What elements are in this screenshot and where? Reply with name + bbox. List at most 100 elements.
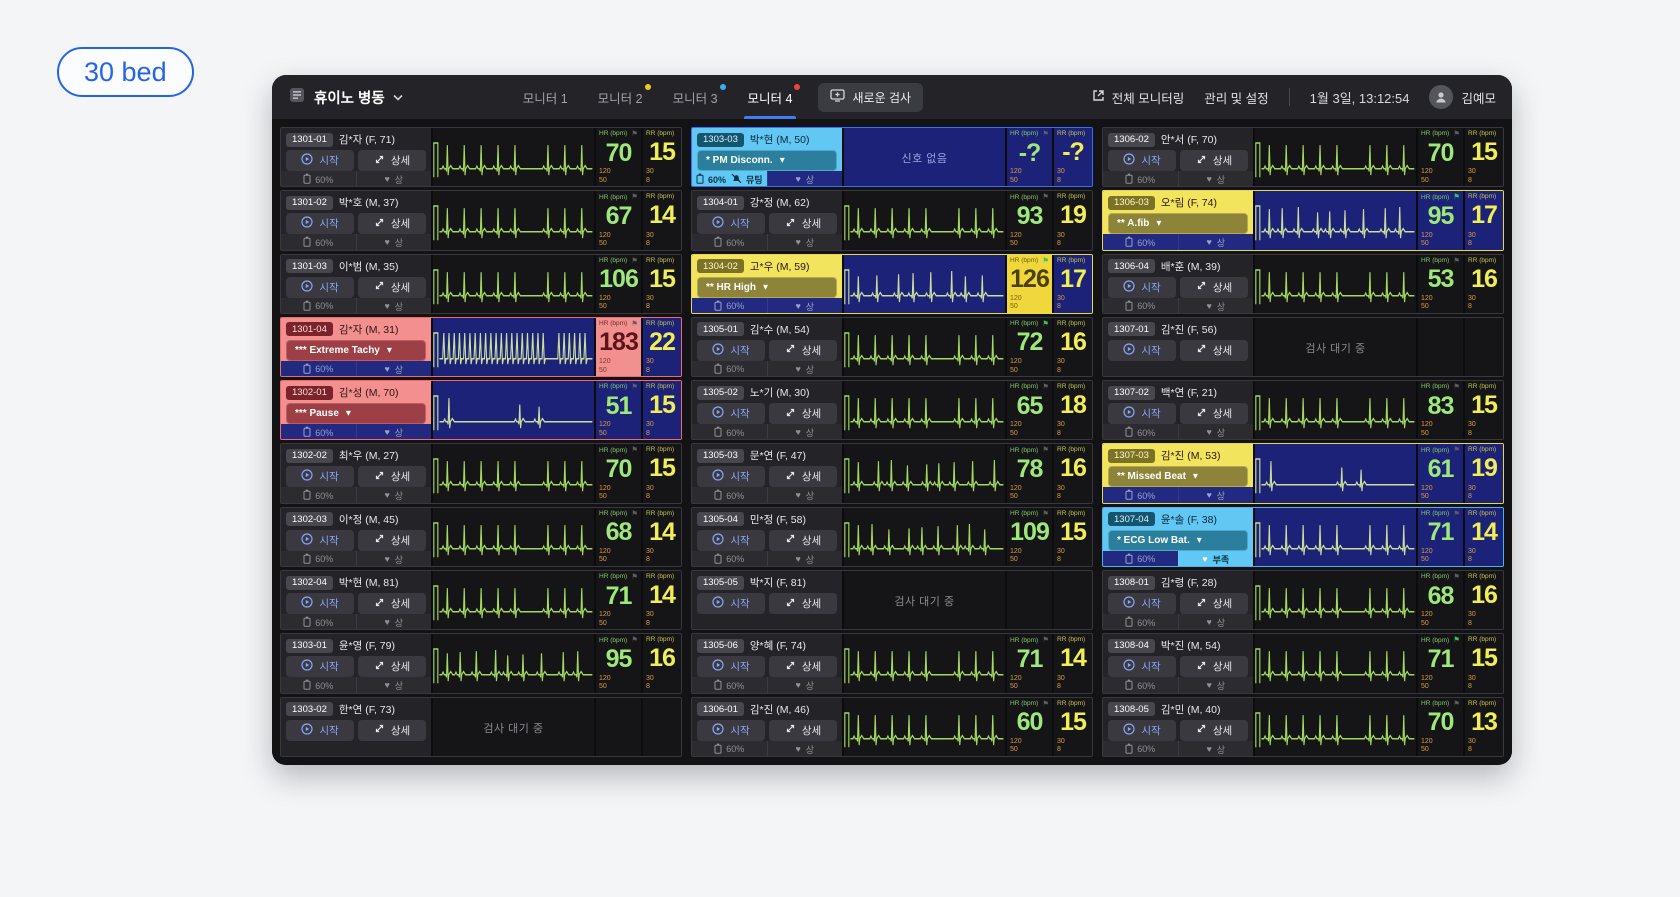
alarm-dropdown[interactable]: *** Pause ▾ <box>286 403 426 424</box>
detail-button[interactable]: 상세 <box>358 213 426 234</box>
hr-limits: 12050 <box>1421 421 1460 439</box>
detail-button[interactable]: 상세 <box>358 277 426 298</box>
start-button[interactable]: 시작 <box>286 213 354 234</box>
detail-button[interactable]: 상세 <box>769 720 837 741</box>
alarm-dropdown[interactable]: * ECG Low Bat. ▾ <box>1108 530 1248 551</box>
start-button[interactable]: 시작 <box>697 593 765 614</box>
patient-cell[interactable]: 1306-01 김*진 (M, 46) ▾ 시작 상세 <box>691 697 1093 757</box>
patient-cell[interactable]: 1305-04 민*정 (F, 58) ▾ 시작 상세 <box>691 507 1093 567</box>
play-icon <box>1123 153 1135 168</box>
start-button[interactable]: 시작 <box>1108 403 1176 424</box>
tab-monitor-1[interactable]: 모니터 1 <box>523 75 568 119</box>
patient-cell[interactable]: 1303-01 윤*영 (F, 79) ▾ 시작 상세 <box>280 633 682 693</box>
alarm-dropdown[interactable]: ** Missed Beat ▾ <box>1108 466 1248 487</box>
detail-button[interactable]: 상세 <box>358 656 426 677</box>
detail-button[interactable]: 상세 <box>769 403 837 424</box>
start-button[interactable]: 시작 <box>286 593 354 614</box>
patient-cell[interactable]: 1305-03 문*연 (F, 47) ▾ 시작 상세 <box>691 443 1093 503</box>
detail-button[interactable]: 상세 <box>358 593 426 614</box>
start-button[interactable]: 시작 <box>1108 720 1176 741</box>
user-menu[interactable]: 김예모 <box>1429 85 1496 109</box>
start-button[interactable]: 시작 <box>286 150 354 171</box>
start-button[interactable]: 시작 <box>1108 340 1176 361</box>
patient-cell[interactable]: 1305-05 박*지 (F, 81) ▾ 시작 상세 <box>691 570 1093 630</box>
patient-cell[interactable]: 1307-02 백*연 (F, 21) ▾ 시작 상세 <box>1102 380 1504 440</box>
start-button[interactable]: 시작 <box>697 656 765 677</box>
patient-cell[interactable]: 1305-01 김*수 (M, 54) ▾ 시작 상세 <box>691 317 1093 377</box>
detail-button[interactable]: 상세 <box>1180 150 1248 171</box>
patient-cell[interactable]: 1308-04 박*진 (M, 54) ▾ 시작 상세 <box>1102 633 1504 693</box>
patient-cell[interactable]: 1302-02 최*우 (M, 27) ▾ 시작 상세 <box>280 443 682 503</box>
start-button[interactable]: 시작 <box>697 720 765 741</box>
patient-cell[interactable]: 1308-05 김*민 (M, 40) ▾ 시작 상세 <box>1102 697 1504 757</box>
patient-cell[interactable]: 1302-04 박*현 (M, 81) ▾ 시작 상세 <box>280 570 682 630</box>
alarm-dropdown[interactable]: *** Extreme Tachy ▾ <box>286 340 426 361</box>
start-button[interactable]: 시작 <box>286 530 354 551</box>
detail-button[interactable]: 상세 <box>769 213 837 234</box>
detail-button[interactable]: 상세 <box>1180 340 1248 361</box>
tab-monitor-3[interactable]: 모니터 3 <box>673 75 718 119</box>
patient-cell[interactable]: 1306-04 배*훈 (M, 39) ▾ 시작 상세 <box>1102 254 1504 314</box>
new-exam-button[interactable]: 새로운 검사 <box>818 83 923 112</box>
detail-button[interactable]: 상세 <box>769 593 837 614</box>
patient-cell[interactable]: 1305-02 노*기 (M, 30) ▾ 시작 상세 <box>691 380 1093 440</box>
detail-button[interactable]: 상세 <box>358 720 426 741</box>
tab-monitor-2[interactable]: 모니터 2 <box>598 75 643 119</box>
detail-button[interactable]: 상세 <box>1180 720 1248 741</box>
patient-cell[interactable]: 1307-04 윤*솔 (F, 38) * ECG Low Bat. ▾ 시작 <box>1102 507 1504 567</box>
start-button[interactable]: 시작 <box>286 656 354 677</box>
patient-cell[interactable]: 1305-06 양*혜 (F, 74) ▾ 시작 상세 <box>691 633 1093 693</box>
patient-cell[interactable]: 1308-01 김*령 (F, 28) ▾ 시작 상세 <box>1102 570 1504 630</box>
start-button[interactable]: 시작 <box>697 340 765 361</box>
detail-button[interactable]: 상세 <box>769 656 837 677</box>
tab-monitor-4[interactable]: 모니터 4 <box>748 75 793 119</box>
detail-button[interactable]: 상세 <box>1180 656 1248 677</box>
patient-cell[interactable]: 1302-03 이*정 (M, 45) ▾ 시작 상세 <box>280 507 682 567</box>
ward-selector[interactable]: 휴이노 병동 <box>288 86 403 109</box>
patient-cell[interactable]: 1307-01 김*진 (F, 56) ▾ 시작 상세 <box>1102 317 1504 377</box>
alarm-dropdown[interactable]: * PM Disconn. ▾ <box>697 150 837 171</box>
detail-button[interactable]: 상세 <box>769 340 837 361</box>
patient-cell[interactable]: 1306-03 오*림 (F, 74) ** A.fib ▾ 시작 <box>1102 190 1504 250</box>
patient-cell[interactable]: 1303-02 한*연 (F, 73) ▾ 시작 상세 <box>280 697 682 757</box>
patient-cell[interactable]: 1301-04 김*자 (M, 31) *** Extreme Tachy ▾ … <box>280 317 682 377</box>
patient-cell[interactable]: 1302-01 김*성 (M, 70) *** Pause ▾ 시작 <box>280 380 682 440</box>
expand-icon <box>374 217 385 231</box>
alarm-dropdown[interactable]: ** A.fib ▾ <box>1108 213 1248 234</box>
start-button[interactable]: 시작 <box>286 720 354 741</box>
detail-button[interactable]: 상세 <box>1180 403 1248 424</box>
expand-icon <box>785 660 796 674</box>
start-button[interactable]: 시작 <box>1108 277 1176 298</box>
patient-cell[interactable]: 1301-02 박*호 (M, 37) ▾ 시작 상세 <box>280 190 682 250</box>
start-button[interactable]: 시작 <box>286 277 354 298</box>
alarm-dropdown[interactable]: ** HR High ▾ <box>697 277 837 298</box>
detail-button[interactable]: 상세 <box>1180 593 1248 614</box>
start-button[interactable]: 시작 <box>1108 150 1176 171</box>
cell-info-panel: 1305-01 김*수 (M, 54) ▾ 시작 상세 <box>692 318 842 377</box>
start-button[interactable]: 시작 <box>697 403 765 424</box>
settings-link[interactable]: 관리 및 설정 <box>1204 88 1268 107</box>
patient-cell[interactable]: 1306-02 안*서 (F, 70) ▾ 시작 상세 <box>1102 127 1504 187</box>
start-button[interactable]: 시작 <box>1108 656 1176 677</box>
patient-cell[interactable]: 1304-01 강*정 (M, 62) ▾ 시작 상세 <box>691 190 1093 250</box>
patient-cell[interactable]: 1301-01 김*자 (F, 71) ▾ 시작 상세 <box>280 127 682 187</box>
start-button[interactable]: 시작 <box>697 530 765 551</box>
detail-button[interactable]: 상세 <box>358 530 426 551</box>
patient-cell[interactable]: 1307-03 김*진 (M, 53) ** Missed Beat ▾ 시작 <box>1102 443 1504 503</box>
wave-message <box>844 698 1005 757</box>
detail-button[interactable]: 상세 <box>358 466 426 487</box>
patient-cell[interactable]: 1303-03 박*현 (M, 50) * PM Disconn. ▾ 시작 <box>691 127 1093 187</box>
start-button[interactable]: 시작 <box>1108 593 1176 614</box>
patient-cell[interactable]: 1304-02 고*우 (M, 59) ** HR High ▾ 시작 <box>691 254 1093 314</box>
patient-name: 김*진 (M, 53) <box>1161 448 1221 463</box>
start-button[interactable]: 시작 <box>286 466 354 487</box>
start-button[interactable]: 시작 <box>697 466 765 487</box>
detail-button[interactable]: 상세 <box>1180 277 1248 298</box>
full-monitoring-link[interactable]: 전체 모니터링 <box>1092 88 1184 107</box>
detail-button[interactable]: 상세 <box>358 150 426 171</box>
start-button[interactable]: 시작 <box>697 213 765 234</box>
detail-button[interactable]: 상세 <box>769 466 837 487</box>
detail-button[interactable]: 상세 <box>769 530 837 551</box>
patient-cell[interactable]: 1301-03 이*범 (M, 35) ▾ 시작 상세 <box>280 254 682 314</box>
rr-value: 19 <box>1057 203 1089 228</box>
